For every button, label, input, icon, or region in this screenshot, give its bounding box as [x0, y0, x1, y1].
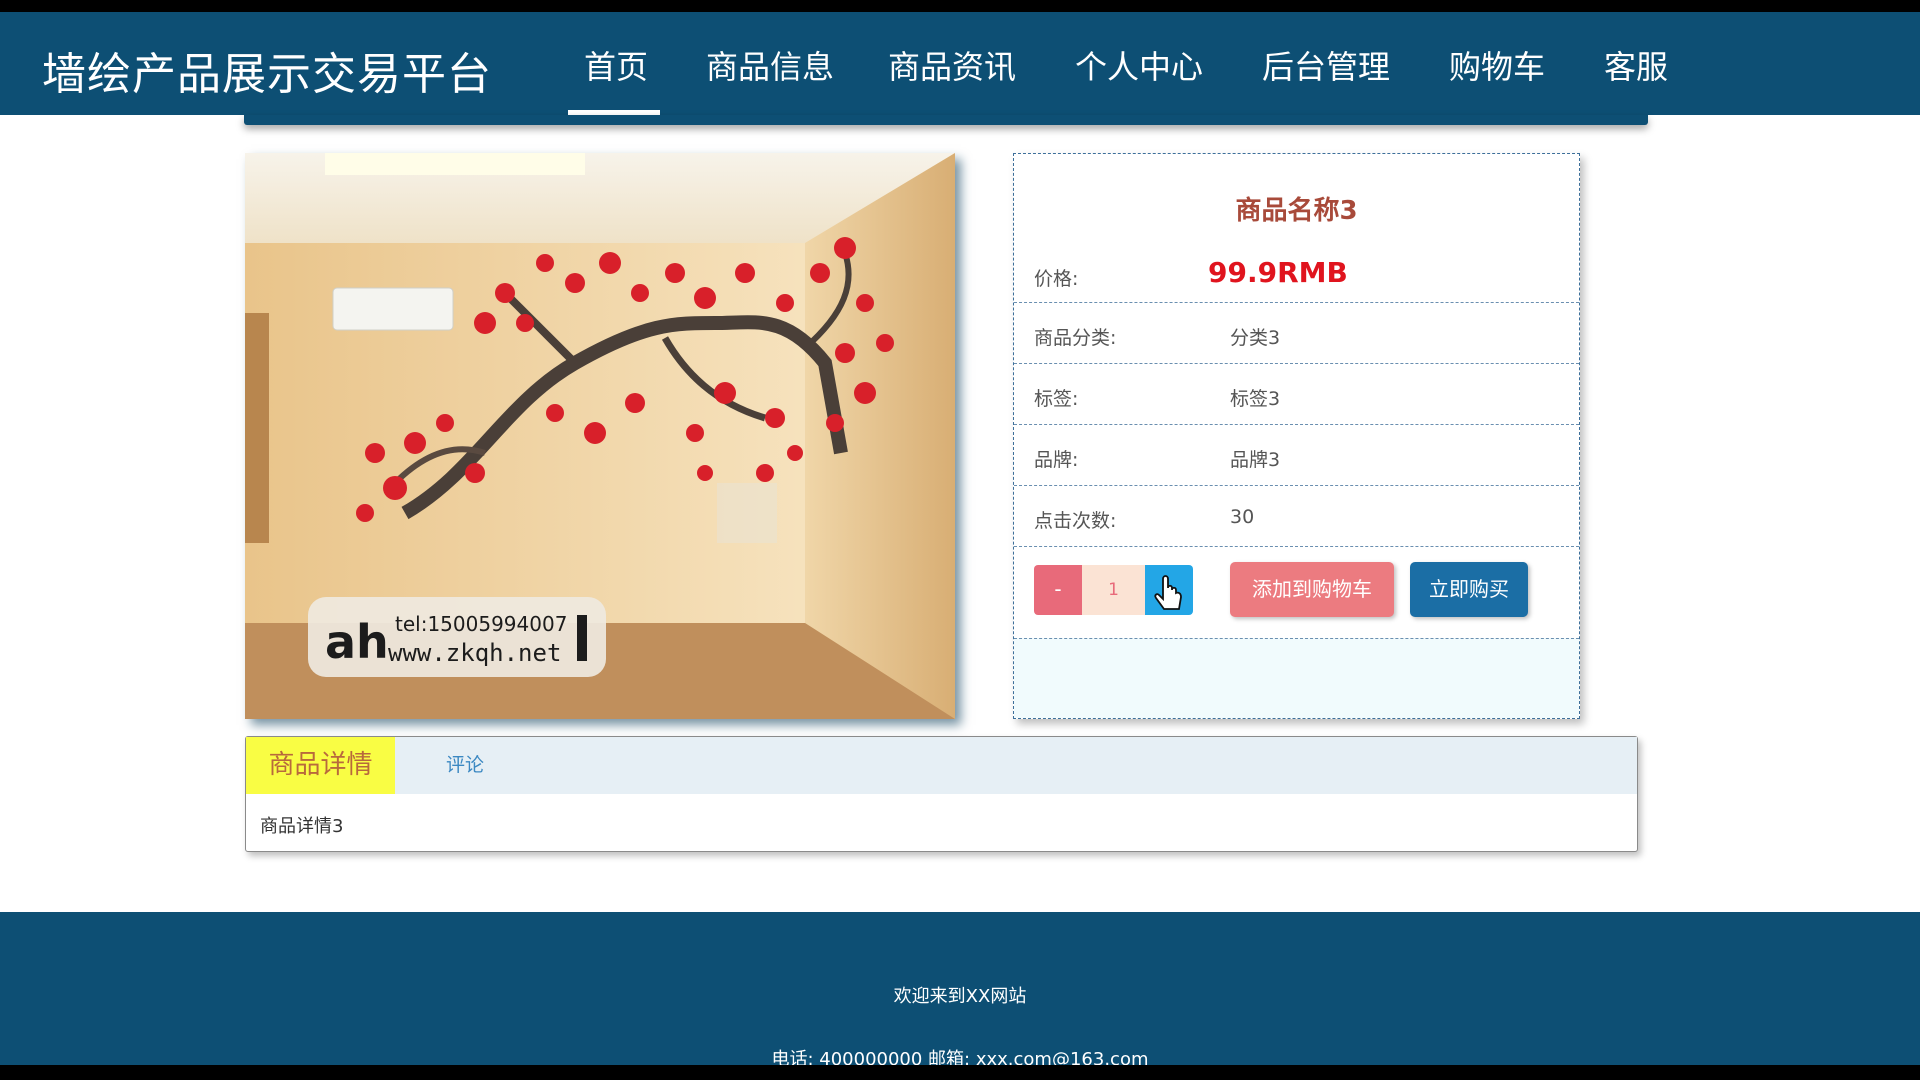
tag-row: 标签: 标签3: [1014, 364, 1579, 425]
page: 墙绘产品展示交易平台 首页 商品信息 商品资讯 个人中心 后台管理 购物车 客服: [0, 12, 1920, 1065]
clicks-row: 点击次数: 30: [1014, 486, 1579, 547]
svg-text:ah: ah: [325, 615, 389, 669]
nav-cart[interactable]: 购物车: [1449, 42, 1545, 88]
tag-value: 标签3: [1230, 388, 1281, 410]
tab-bar: 商品详情 评论: [246, 737, 1637, 794]
footer-welcome: 欢迎来到XX网站: [893, 986, 1027, 1007]
clicks-label: 点击次数:: [1034, 510, 1117, 532]
qty-input[interactable]: 1: [1082, 565, 1145, 615]
details-content: 商品详情3: [260, 816, 344, 837]
qty-plus-button[interactable]: [1145, 565, 1193, 615]
nav-news[interactable]: 商品资讯: [888, 42, 1016, 88]
buy-now-button[interactable]: 立即购买: [1410, 562, 1528, 617]
tag-label: 标签:: [1034, 388, 1079, 410]
site-title: 墙绘产品展示交易平台: [42, 49, 492, 100]
add-to-cart-button[interactable]: 添加到购物车: [1230, 562, 1394, 617]
clicks-value: 30: [1230, 506, 1255, 528]
footer-contact: 电话: 400000000 邮箱: xxx.com@163.com: [771, 1049, 1149, 1065]
hand-cursor-icon: [1154, 575, 1182, 610]
category-value: 分类3: [1230, 327, 1281, 349]
panel-bottom-area: [1014, 638, 1579, 718]
nav-products[interactable]: 商品信息: [706, 42, 834, 88]
nav-profile[interactable]: 个人中心: [1075, 42, 1203, 88]
product-info-panel: 商品名称3 价格: 99.9RMB 商品分类: 分类3 标签: 标签3 品牌: …: [1013, 153, 1580, 719]
brand-value: 品牌3: [1230, 449, 1281, 471]
price-row: 价格: 99.9RMB: [1014, 242, 1579, 303]
nav-admin[interactable]: 后台管理: [1262, 42, 1390, 88]
price-label: 价格:: [1034, 268, 1079, 290]
product-image: ah tel:15005994007 www.zkqh.net: [245, 153, 955, 719]
watermark-url: www.zkqh.net: [388, 639, 561, 667]
site-header: 墙绘产品展示交易平台 首页 商品信息 商品资讯 个人中心 后台管理 购物车 客服: [0, 12, 1920, 115]
product-name: 商品名称3: [1235, 196, 1358, 226]
details-panel: 商品详情 评论 商品详情3: [245, 736, 1638, 852]
tab-comments[interactable]: 评论: [446, 737, 484, 794]
nav-home[interactable]: 首页: [584, 42, 648, 88]
header-shadow-bar: [244, 115, 1648, 125]
brand-row: 品牌: 品牌3: [1014, 425, 1579, 486]
watermark-tel: tel:15005994007: [395, 612, 567, 636]
category-row: 商品分类: 分类3: [1014, 303, 1579, 364]
mural-illustration: ah tel:15005994007 www.zkqh.net: [245, 153, 955, 719]
price-value: 99.9RMB: [1208, 256, 1348, 289]
category-label: 商品分类:: [1034, 327, 1117, 349]
nav-service[interactable]: 客服: [1604, 42, 1668, 88]
brand-label: 品牌:: [1034, 449, 1079, 471]
qty-minus-button[interactable]: -: [1034, 565, 1082, 615]
tab-details[interactable]: 商品详情: [246, 737, 395, 794]
site-footer: 欢迎来到XX网站 电话: 400000000 邮箱: xxx.com@163.c…: [0, 912, 1920, 1065]
